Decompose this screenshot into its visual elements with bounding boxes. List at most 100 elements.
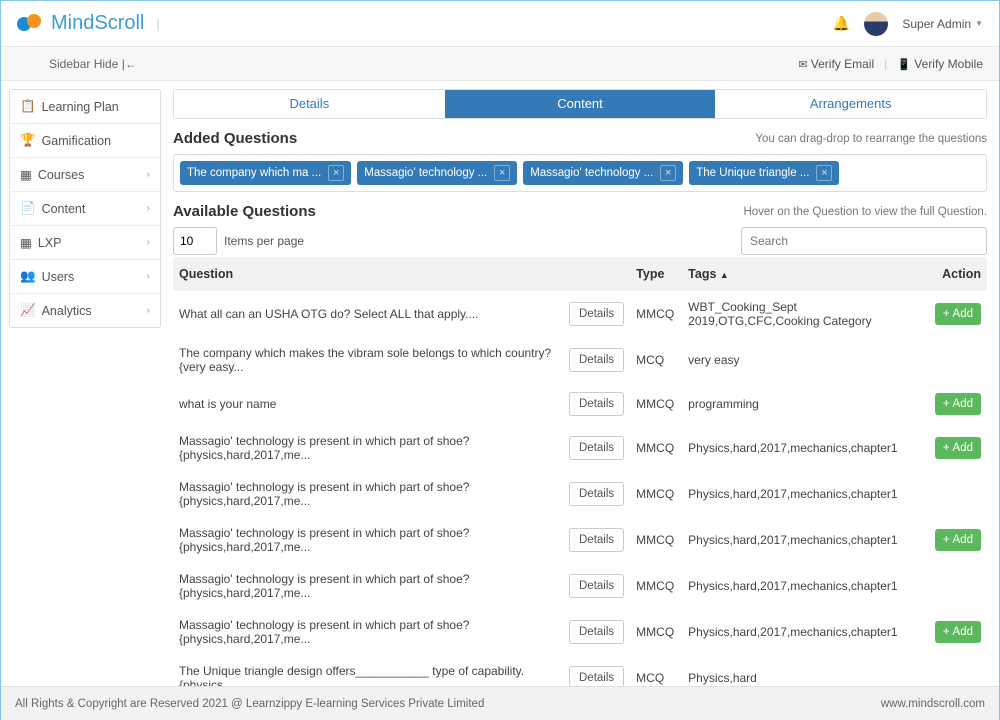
details-button[interactable]: Details — [569, 436, 624, 460]
nav-icon: ▦ — [20, 235, 32, 250]
cell-tags: Physics,hard,2017,mechanics,chapter1 — [682, 517, 929, 563]
details-button[interactable]: Details — [569, 620, 624, 644]
cell-question: what is your name — [173, 383, 563, 425]
cell-question: The Unique triangle design offers_______… — [173, 655, 563, 686]
available-questions-title: Available Questions — [173, 203, 316, 220]
table-row: What all can an USHA OTG do? Select ALL … — [173, 291, 987, 337]
details-button[interactable]: Details — [569, 574, 624, 598]
add-button[interactable]: +Add — [935, 303, 981, 325]
plus-icon: + — [943, 308, 950, 320]
sidebar-item-content[interactable]: 📄Content› — [10, 192, 160, 226]
table-row: Massagio' technology is present in which… — [173, 517, 987, 563]
brand[interactable]: MindScroll — [17, 12, 144, 35]
cell-tags: programming — [682, 383, 929, 425]
chevron-right-icon: › — [147, 237, 150, 248]
added-questions-title: Added Questions — [173, 130, 297, 147]
cell-question: The company which makes the vibram sole … — [173, 337, 563, 383]
subbar: Sidebar Hide |← ✉ Verify Email | 📱 Verif… — [1, 47, 999, 81]
avatar[interactable] — [864, 12, 888, 36]
sidebar-item-users[interactable]: 👥Users› — [10, 260, 160, 294]
question-chip[interactable]: Massagio' technology ...× — [523, 161, 683, 185]
tab-arrangements[interactable]: Arrangements — [715, 90, 986, 118]
cell-question: Massagio' technology is present in which… — [173, 563, 563, 609]
add-button[interactable]: +Add — [935, 621, 981, 643]
sidebar-item-lxp[interactable]: ▦LXP› — [10, 226, 160, 260]
details-button[interactable]: Details — [569, 482, 624, 506]
sidebar-hide-toggle[interactable]: Sidebar Hide |← — [49, 57, 137, 71]
cell-type: MMCQ — [630, 563, 682, 609]
col-action: Action — [929, 257, 987, 291]
footer-link[interactable]: www.mindscroll.com — [881, 698, 985, 710]
details-button[interactable]: Details — [569, 348, 624, 372]
plus-icon: + — [943, 442, 950, 454]
table-row: Massagio' technology is present in which… — [173, 563, 987, 609]
add-button[interactable]: +Add — [935, 529, 981, 551]
cell-question: What all can an USHA OTG do? Select ALL … — [173, 291, 563, 337]
table-row: The company which makes the vibram sole … — [173, 337, 987, 383]
nav-icon: 📋 — [20, 99, 36, 114]
available-questions-hint: Hover on the Question to view the full Q… — [743, 206, 987, 218]
cell-tags: Physics,hard,2017,mechanics,chapter1 — [682, 563, 929, 609]
sidebar-item-learning-plan[interactable]: 📋Learning Plan — [10, 90, 160, 124]
verify-mobile-link[interactable]: 📱 Verify Mobile — [897, 57, 983, 71]
tab-details[interactable]: Details — [174, 90, 445, 118]
add-button[interactable]: +Add — [935, 437, 981, 459]
nav-icon: ▦ — [20, 167, 32, 182]
chip-remove-icon[interactable]: × — [328, 165, 344, 181]
chevron-right-icon: › — [147, 169, 150, 180]
plus-icon: + — [943, 626, 950, 638]
question-chip[interactable]: The Unique triangle ...× — [689, 161, 839, 185]
cell-type: MMCQ — [630, 471, 682, 517]
search-input[interactable] — [741, 227, 987, 255]
sort-asc-icon: ▲ — [720, 270, 729, 280]
cell-tags: WBT_Cooking_Sept 2019,OTG,CFC,Cooking Ca… — [682, 291, 929, 337]
cell-question: Massagio' technology is present in which… — [173, 471, 563, 517]
items-per-page-input[interactable] — [173, 227, 217, 255]
cell-type: MMCQ — [630, 517, 682, 563]
footer-copyright: All Rights & Copyright are Reserved 2021… — [15, 698, 484, 710]
question-chip[interactable]: The company which ma ...× — [180, 161, 351, 185]
bell-icon[interactable]: 🔔 — [833, 15, 850, 32]
details-button[interactable]: Details — [569, 392, 624, 416]
col-type[interactable]: Type — [630, 257, 682, 291]
chip-remove-icon[interactable]: × — [816, 165, 832, 181]
cell-tags: Physics,hard,2017,mechanics,chapter1 — [682, 471, 929, 517]
cell-type: MCQ — [630, 337, 682, 383]
sidebar-item-analytics[interactable]: 📈Analytics› — [10, 294, 160, 327]
plus-icon: + — [943, 534, 950, 546]
chip-remove-icon[interactable]: × — [494, 165, 510, 181]
nav-icon: 🏆 — [20, 133, 36, 148]
chevron-right-icon: › — [147, 271, 150, 282]
question-chip[interactable]: Massagio' technology ...× — [357, 161, 517, 185]
tabs: Details Content Arrangements — [173, 89, 987, 119]
logo-icon — [17, 14, 45, 34]
details-button[interactable]: Details — [569, 666, 624, 686]
sidebar-item-gamification[interactable]: 🏆Gamification — [10, 124, 160, 158]
table-row: Massagio' technology is present in which… — [173, 471, 987, 517]
chip-remove-icon[interactable]: × — [660, 165, 676, 181]
table-row: what is your nameDetailsMMCQprogramming+… — [173, 383, 987, 425]
col-question[interactable]: Question — [173, 257, 563, 291]
phone-icon: 📱 — [897, 59, 911, 71]
tab-content[interactable]: Content — [445, 90, 716, 118]
details-button[interactable]: Details — [569, 302, 624, 326]
cell-tags: Physics,hard,2017,mechanics,chapter1 — [682, 609, 929, 655]
nav-icon: 📄 — [20, 201, 36, 216]
chevron-right-icon: › — [147, 305, 150, 316]
table-row: The Unique triangle design offers_______… — [173, 655, 987, 686]
cell-tags: Physics,hard,2017,mechanics,chapter1 — [682, 425, 929, 471]
table-row: Massagio' technology is present in which… — [173, 425, 987, 471]
details-button[interactable]: Details — [569, 528, 624, 552]
main: Details Content Arrangements Added Quest… — [161, 81, 999, 686]
col-tags[interactable]: Tags ▲ — [682, 257, 929, 291]
add-button[interactable]: +Add — [935, 393, 981, 415]
cell-question: Massagio' technology is present in which… — [173, 609, 563, 655]
sidebar-item-courses[interactable]: ▦Courses› — [10, 158, 160, 192]
added-chips: The company which ma ...×Massagio' techn… — [173, 154, 987, 192]
cell-type: MCQ — [630, 655, 682, 686]
verify-email-link[interactable]: ✉ Verify Email — [798, 57, 874, 71]
items-per-page-label: Items per page — [224, 234, 304, 248]
table-row: Massagio' technology is present in which… — [173, 609, 987, 655]
user-menu[interactable]: Super Admin ▼ — [902, 17, 983, 31]
nav-icon: 📈 — [20, 303, 36, 318]
